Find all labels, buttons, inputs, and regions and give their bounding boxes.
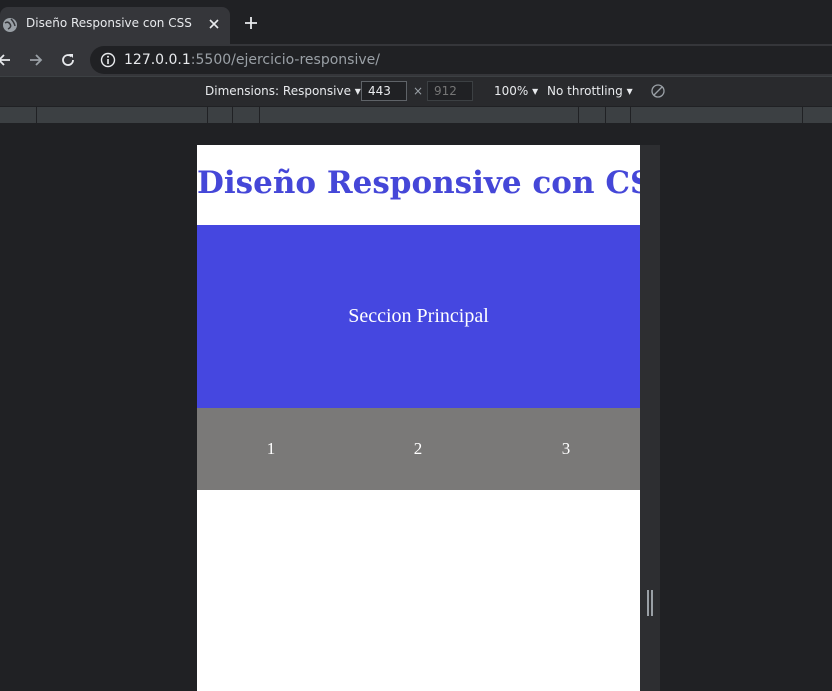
dimensions-dropdown[interactable]: Dimensions: Responsive ▾ <box>205 84 361 98</box>
reload-icon[interactable] <box>60 52 76 68</box>
zoom-dropdown[interactable]: 100% ▾ <box>494 84 538 98</box>
tab-strip: Diseño Responsive con CSS <box>0 0 832 44</box>
ruler-tick <box>605 107 606 123</box>
ruler-tick <box>630 107 631 123</box>
ruler-tick <box>36 107 37 123</box>
columns-section: 1 2 3 <box>197 408 640 490</box>
viewport-resize-strip <box>640 145 660 691</box>
browser-tab[interactable]: Diseño Responsive con CSS <box>0 7 230 44</box>
height-input[interactable] <box>427 81 473 101</box>
dropdown-arrow-icon: ▾ <box>354 84 361 98</box>
page-viewport: Diseño Responsive con CSS Seccion Princi… <box>197 145 640 691</box>
url-host: 127.0.0.1 <box>124 52 191 68</box>
throttling-label: No throttling <box>547 84 623 98</box>
column-3: 3 <box>561 439 571 458</box>
width-input[interactable] <box>361 81 407 101</box>
ruler-tick <box>259 107 260 123</box>
close-icon[interactable] <box>206 16 222 32</box>
url-path: :5500/ejercicio-responsive/ <box>190 52 380 68</box>
ruler-tick <box>802 107 803 123</box>
rotate-icon[interactable] <box>650 83 666 99</box>
new-tab-icon[interactable] <box>243 15 259 31</box>
page-title: Diseño Responsive con CSS <box>197 165 640 201</box>
throttling-dropdown[interactable]: No throttling ▾ <box>547 84 633 98</box>
url-text: 127.0.0.1:5500/ejercicio-responsive/ <box>124 52 380 68</box>
ruler-tick <box>207 107 208 123</box>
tab-title: Diseño Responsive con CSS <box>26 16 192 30</box>
device-toolbar: Dimensions: Responsive ▾ × 100% ▾ No thr… <box>0 76 832 106</box>
dimensions-label: Dimensions: Responsive <box>205 84 351 98</box>
globe-icon <box>3 18 17 32</box>
back-arrow-icon[interactable] <box>0 52 12 68</box>
main-section: Seccion Principal <box>197 225 640 408</box>
column-2: 2 <box>413 439 423 458</box>
main-section-label: Seccion Principal <box>348 305 489 327</box>
media-query-ruler <box>0 106 832 123</box>
times-icon: × <box>413 84 424 98</box>
resize-handle[interactable] <box>647 590 653 616</box>
browser-toolbar: 127.0.0.1:5500/ejercicio-responsive/ <box>0 44 832 76</box>
dropdown-arrow-icon: ▾ <box>532 84 539 98</box>
zoom-label: 100% <box>494 84 529 98</box>
dropdown-arrow-icon: ▾ <box>626 84 633 98</box>
address-bar[interactable]: 127.0.0.1:5500/ejercicio-responsive/ <box>90 46 832 74</box>
forward-arrow-icon[interactable] <box>28 52 44 68</box>
ruler-tick <box>578 107 579 123</box>
column-1: 1 <box>266 439 276 458</box>
ruler-tick <box>232 107 233 123</box>
info-icon[interactable] <box>100 52 116 68</box>
